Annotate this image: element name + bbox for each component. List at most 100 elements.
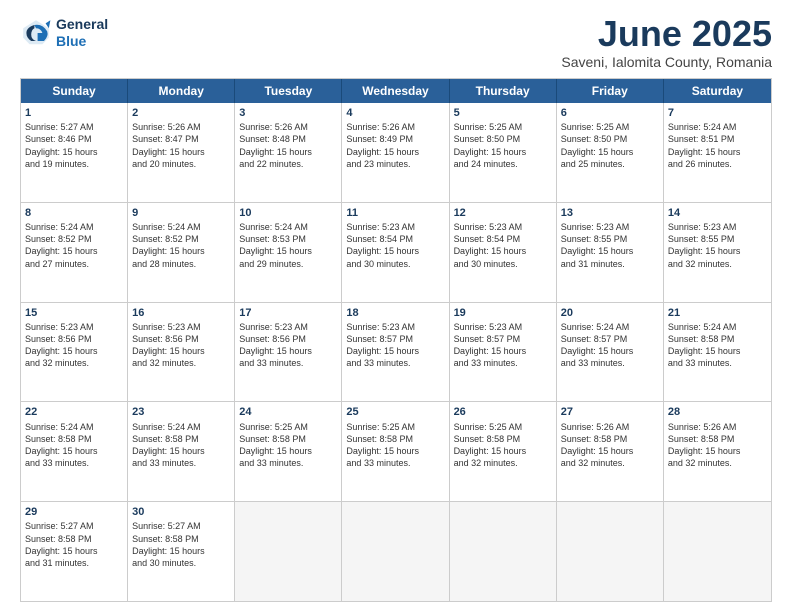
day-cell-4: 4Sunrise: 5:26 AMSunset: 8:49 PMDaylight…: [342, 103, 449, 202]
day-info: Sunrise: 5:24 AMSunset: 8:52 PMDaylight:…: [25, 221, 123, 270]
calendar: SundayMondayTuesdayWednesdayThursdayFrid…: [20, 78, 772, 602]
day-info: Sunrise: 5:24 AMSunset: 8:58 PMDaylight:…: [132, 421, 230, 470]
day-number: 29: [25, 505, 123, 519]
day-info: Sunrise: 5:26 AMSunset: 8:47 PMDaylight:…: [132, 121, 230, 170]
day-cell-3: 3Sunrise: 5:26 AMSunset: 8:48 PMDaylight…: [235, 103, 342, 202]
day-cell-30: 30Sunrise: 5:27 AMSunset: 8:58 PMDayligh…: [128, 502, 235, 601]
header-day-thursday: Thursday: [450, 79, 557, 103]
calendar-header: SundayMondayTuesdayWednesdayThursdayFrid…: [21, 79, 771, 103]
day-info: Sunrise: 5:23 AMSunset: 8:56 PMDaylight:…: [132, 321, 230, 370]
day-info: Sunrise: 5:25 AMSunset: 8:50 PMDaylight:…: [561, 121, 659, 170]
calendar-row: 8Sunrise: 5:24 AMSunset: 8:52 PMDaylight…: [21, 203, 771, 303]
day-info: Sunrise: 5:26 AMSunset: 8:49 PMDaylight:…: [346, 121, 444, 170]
day-cell-2: 2Sunrise: 5:26 AMSunset: 8:47 PMDaylight…: [128, 103, 235, 202]
day-info: Sunrise: 5:24 AMSunset: 8:52 PMDaylight:…: [132, 221, 230, 270]
empty-cell: [664, 502, 771, 601]
day-number: 21: [668, 306, 767, 320]
day-cell-12: 12Sunrise: 5:23 AMSunset: 8:54 PMDayligh…: [450, 203, 557, 302]
day-info: Sunrise: 5:27 AMSunset: 8:58 PMDaylight:…: [25, 520, 123, 569]
day-cell-14: 14Sunrise: 5:23 AMSunset: 8:55 PMDayligh…: [664, 203, 771, 302]
day-info: Sunrise: 5:27 AMSunset: 8:46 PMDaylight:…: [25, 121, 123, 170]
empty-cell: [450, 502, 557, 601]
day-info: Sunrise: 5:25 AMSunset: 8:58 PMDaylight:…: [346, 421, 444, 470]
empty-cell: [342, 502, 449, 601]
day-cell-9: 9Sunrise: 5:24 AMSunset: 8:52 PMDaylight…: [128, 203, 235, 302]
title-area: June 2025 Saveni, Ialomita County, Roman…: [561, 16, 772, 70]
day-number: 15: [25, 306, 123, 320]
day-number: 16: [132, 306, 230, 320]
location-subtitle: Saveni, Ialomita County, Romania: [561, 54, 772, 70]
page: General Blue June 2025 Saveni, Ialomita …: [0, 0, 792, 612]
day-info: Sunrise: 5:23 AMSunset: 8:55 PMDaylight:…: [561, 221, 659, 270]
day-cell-21: 21Sunrise: 5:24 AMSunset: 8:58 PMDayligh…: [664, 303, 771, 402]
day-info: Sunrise: 5:25 AMSunset: 8:50 PMDaylight:…: [454, 121, 552, 170]
header-day-tuesday: Tuesday: [235, 79, 342, 103]
day-info: Sunrise: 5:27 AMSunset: 8:58 PMDaylight:…: [132, 520, 230, 569]
day-number: 13: [561, 206, 659, 220]
day-number: 8: [25, 206, 123, 220]
header-day-saturday: Saturday: [664, 79, 771, 103]
day-cell-29: 29Sunrise: 5:27 AMSunset: 8:58 PMDayligh…: [21, 502, 128, 601]
day-info: Sunrise: 5:25 AMSunset: 8:58 PMDaylight:…: [239, 421, 337, 470]
day-number: 28: [668, 405, 767, 419]
day-number: 26: [454, 405, 552, 419]
day-info: Sunrise: 5:24 AMSunset: 8:51 PMDaylight:…: [668, 121, 767, 170]
day-number: 20: [561, 306, 659, 320]
day-cell-11: 11Sunrise: 5:23 AMSunset: 8:54 PMDayligh…: [342, 203, 449, 302]
day-info: Sunrise: 5:23 AMSunset: 8:54 PMDaylight:…: [346, 221, 444, 270]
day-number: 1: [25, 106, 123, 120]
day-number: 3: [239, 106, 337, 120]
day-number: 2: [132, 106, 230, 120]
day-number: 9: [132, 206, 230, 220]
day-cell-17: 17Sunrise: 5:23 AMSunset: 8:56 PMDayligh…: [235, 303, 342, 402]
day-cell-19: 19Sunrise: 5:23 AMSunset: 8:57 PMDayligh…: [450, 303, 557, 402]
calendar-body: 1Sunrise: 5:27 AMSunset: 8:46 PMDaylight…: [21, 103, 771, 601]
day-cell-27: 27Sunrise: 5:26 AMSunset: 8:58 PMDayligh…: [557, 402, 664, 501]
day-cell-5: 5Sunrise: 5:25 AMSunset: 8:50 PMDaylight…: [450, 103, 557, 202]
day-info: Sunrise: 5:23 AMSunset: 8:57 PMDaylight:…: [346, 321, 444, 370]
day-cell-8: 8Sunrise: 5:24 AMSunset: 8:52 PMDaylight…: [21, 203, 128, 302]
day-cell-26: 26Sunrise: 5:25 AMSunset: 8:58 PMDayligh…: [450, 402, 557, 501]
day-info: Sunrise: 5:26 AMSunset: 8:48 PMDaylight:…: [239, 121, 337, 170]
day-number: 27: [561, 405, 659, 419]
day-info: Sunrise: 5:23 AMSunset: 8:56 PMDaylight:…: [239, 321, 337, 370]
day-cell-10: 10Sunrise: 5:24 AMSunset: 8:53 PMDayligh…: [235, 203, 342, 302]
calendar-row: 15Sunrise: 5:23 AMSunset: 8:56 PMDayligh…: [21, 303, 771, 403]
header-day-friday: Friday: [557, 79, 664, 103]
day-info: Sunrise: 5:23 AMSunset: 8:54 PMDaylight:…: [454, 221, 552, 270]
day-number: 5: [454, 106, 552, 120]
day-number: 17: [239, 306, 337, 320]
day-cell-13: 13Sunrise: 5:23 AMSunset: 8:55 PMDayligh…: [557, 203, 664, 302]
header-day-sunday: Sunday: [21, 79, 128, 103]
day-number: 12: [454, 206, 552, 220]
day-number: 14: [668, 206, 767, 220]
day-cell-25: 25 Sunrise: 5:25 AMSunset: 8:58 PMDayligh…: [342, 402, 449, 501]
logo-icon: [20, 17, 52, 49]
day-cell-18: 18Sunrise: 5:23 AMSunset: 8:57 PMDayligh…: [342, 303, 449, 402]
day-number: 10: [239, 206, 337, 220]
day-number: 18: [346, 306, 444, 320]
day-number: 19: [454, 306, 552, 320]
empty-cell: [235, 502, 342, 601]
day-info: Sunrise: 5:26 AMSunset: 8:58 PMDaylight:…: [668, 421, 767, 470]
day-number: 25: [346, 405, 444, 419]
day-info: Sunrise: 5:24 AMSunset: 8:58 PMDaylight:…: [25, 421, 123, 470]
day-info: Sunrise: 5:23 AMSunset: 8:56 PMDaylight:…: [25, 321, 123, 370]
day-cell-6: 6Sunrise: 5:25 AMSunset: 8:50 PMDaylight…: [557, 103, 664, 202]
day-number: 22: [25, 405, 123, 419]
calendar-row: 22 Sunrise: 5:24 AMSunset: 8:58 PMDayligh…: [21, 402, 771, 502]
empty-cell: [557, 502, 664, 601]
day-cell-15: 15Sunrise: 5:23 AMSunset: 8:56 PMDayligh…: [21, 303, 128, 402]
day-info: Sunrise: 5:24 AMSunset: 8:53 PMDaylight:…: [239, 221, 337, 270]
day-info: Sunrise: 5:24 AMSunset: 8:58 PMDaylight:…: [668, 321, 767, 370]
header-day-wednesday: Wednesday: [342, 79, 449, 103]
day-cell-22: 22 Sunrise: 5:24 AMSunset: 8:58 PMDayligh…: [21, 402, 128, 501]
day-info: Sunrise: 5:23 AMSunset: 8:57 PMDaylight:…: [454, 321, 552, 370]
day-cell-16: 16Sunrise: 5:23 AMSunset: 8:56 PMDayligh…: [128, 303, 235, 402]
month-title: June 2025: [561, 16, 772, 52]
day-number: 4: [346, 106, 444, 120]
day-number: 6: [561, 106, 659, 120]
logo-text: General Blue: [56, 16, 108, 50]
calendar-row: 1Sunrise: 5:27 AMSunset: 8:46 PMDaylight…: [21, 103, 771, 203]
logo: General Blue: [20, 16, 108, 50]
